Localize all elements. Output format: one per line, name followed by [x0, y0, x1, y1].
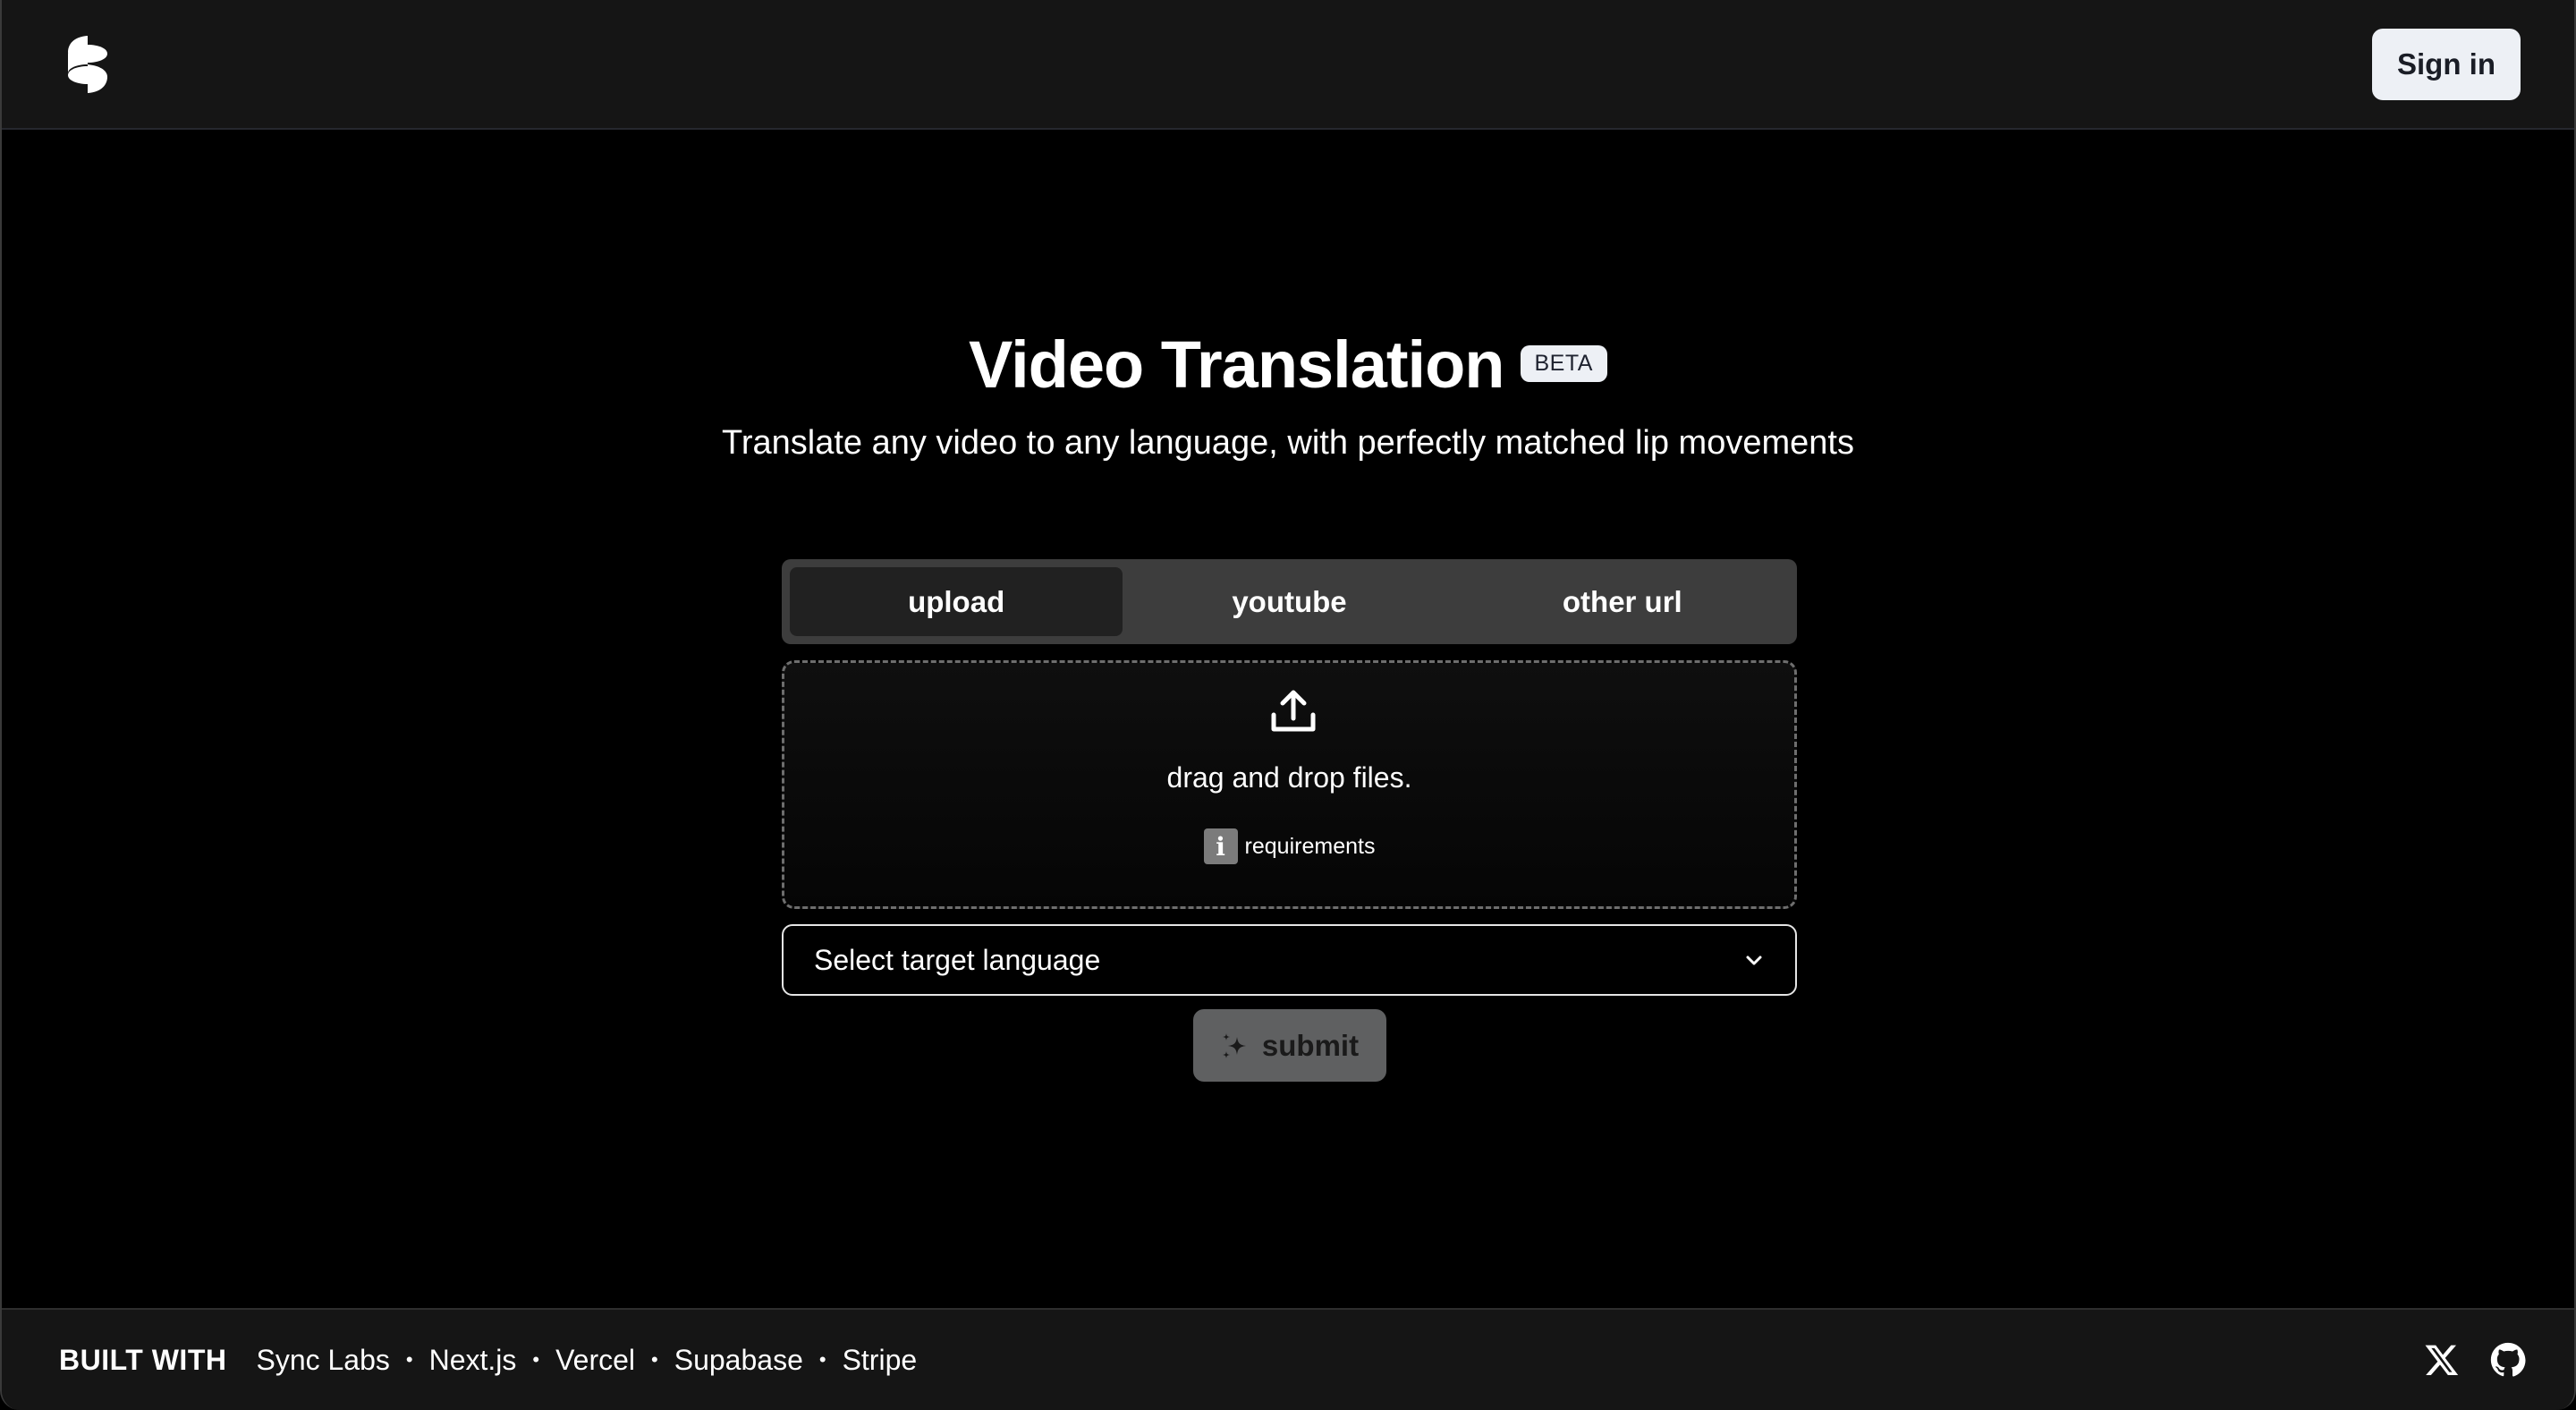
target-language-select[interactable]: Select target language: [782, 924, 1797, 996]
separator: •: [651, 1348, 658, 1371]
top-nav: Sign in: [2, 0, 2574, 130]
page-subtitle: Translate any video to any language, wit…: [722, 424, 1854, 462]
footer-link-supabase[interactable]: Supabase: [674, 1344, 803, 1377]
source-tabs: upload youtube other url: [782, 559, 1797, 644]
tab-youtube[interactable]: youtube: [1123, 567, 1455, 636]
submit-button[interactable]: submit: [1193, 1009, 1386, 1082]
app-window: Sign in Video Translation BETA Translate …: [0, 0, 2576, 1410]
select-placeholder: Select target language: [814, 943, 1101, 976]
chevron-down-icon: [1746, 956, 1762, 965]
submit-label: submit: [1261, 1028, 1360, 1062]
title-text: Video Translation: [969, 327, 1504, 402]
github-icon[interactable]: [2490, 1342, 2526, 1378]
separator: •: [818, 1348, 826, 1371]
footer-link-vercel[interactable]: Vercel: [555, 1344, 635, 1377]
sparkle-icon: [1222, 1032, 1246, 1058]
tab-upload[interactable]: upload: [790, 567, 1123, 636]
page-title: Video Translation BETA: [2, 327, 2574, 403]
footer: BUILT WITH Sync Labs • Next.js • Vercel …: [2, 1308, 2574, 1410]
requirements-label: requirements: [1244, 833, 1376, 859]
separator: •: [532, 1348, 540, 1371]
file-dropzone[interactable]: drag and drop files. i requirements: [782, 660, 1797, 909]
sign-in-button[interactable]: Sign in: [2372, 29, 2521, 100]
tab-other-url[interactable]: other url: [1456, 567, 1789, 636]
footer-link-nextjs[interactable]: Next.js: [429, 1344, 517, 1377]
beta-badge: BETA: [1520, 344, 1607, 382]
footer-link-sync-labs[interactable]: Sync Labs: [256, 1344, 389, 1377]
dropzone-text: drag and drop files.: [1166, 761, 1412, 794]
x-icon[interactable]: [2424, 1342, 2460, 1378]
upload-icon: [1271, 690, 1316, 732]
logo-icon[interactable]: [64, 34, 111, 95]
separator: •: [405, 1348, 413, 1371]
footer-link-stripe[interactable]: Stripe: [843, 1344, 918, 1377]
requirements-link[interactable]: i requirements: [784, 828, 1794, 864]
info-icon: i: [1203, 828, 1238, 864]
social-links: [2424, 1310, 2526, 1410]
built-with: BUILT WITH Sync Labs • Next.js • Vercel …: [59, 1310, 917, 1410]
built-with-label: BUILT WITH: [59, 1343, 227, 1376]
